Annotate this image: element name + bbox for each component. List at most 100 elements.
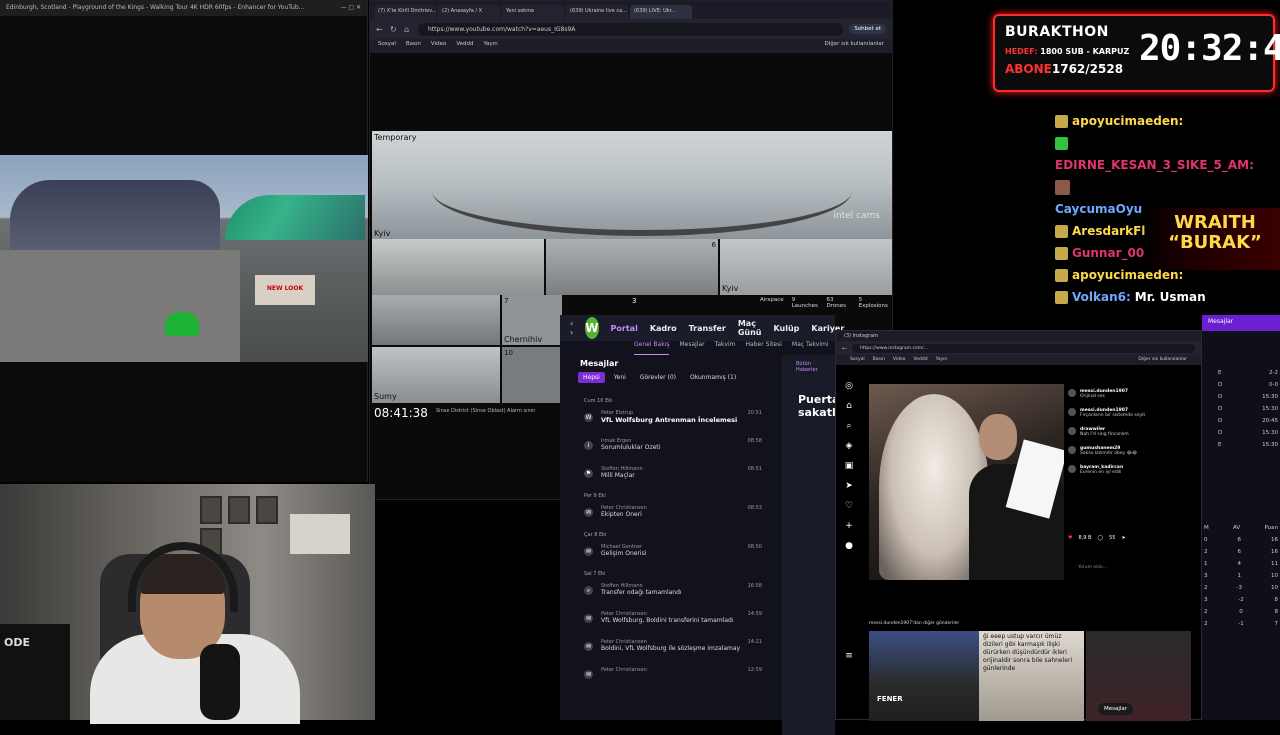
fixture-row[interactable]: D 0-0 <box>1204 382 1278 394</box>
fixture-row[interactable]: D 15:30 <box>1204 394 1278 406</box>
camera-3[interactable]: Kyiv <box>720 239 892 295</box>
bookmark-sosyal[interactable]: Sosyal <box>378 41 396 51</box>
table-row[interactable]: 2 6 16 <box>1204 549 1278 561</box>
comment-input[interactable]: Yorum ekle... <box>1078 565 1107 570</box>
camera-main[interactable]: Temporary intel cams Kyiv <box>372 131 892 239</box>
camera-7[interactable]: 10 <box>502 347 562 403</box>
reel-thumb-1[interactable]: FENER <box>869 631 979 721</box>
chat-user[interactable]: apoyucimaeden: <box>1072 114 1183 128</box>
fixture-row[interactable]: E 2-2 <box>1204 370 1278 382</box>
message-item[interactable]: ⌕ Steffen Hillmann Transfer odağı tamamlan… <box>578 579 768 607</box>
nav-portal[interactable]: Portal <box>611 324 638 333</box>
reels-icon[interactable]: ▣ <box>845 461 854 471</box>
message-item[interactable]: ⚑ Steffen Hillmann Milli Maçlar 08:51 <box>578 462 768 490</box>
chat-user[interactable]: apoyucimaeden: <box>1072 268 1183 282</box>
table-row[interactable]: 0 6 16 <box>1204 537 1278 549</box>
back-icon[interactable]: ‹ › <box>570 319 573 337</box>
street-video[interactable]: NEW LOOK <box>0 155 368 362</box>
avatar[interactable] <box>1068 408 1076 416</box>
bookmark-basin[interactable]: Basın <box>873 357 885 363</box>
bookmark-video[interactable]: Video <box>431 41 446 51</box>
chat-user[interactable]: Gunnar_00 <box>1072 246 1144 260</box>
back-icon[interactable]: ← <box>842 345 847 352</box>
camera-6[interactable]: Sumy <box>372 347 500 403</box>
home-icon[interactable]: ⌂ <box>404 25 412 34</box>
bookmark-basin[interactable]: Basın <box>406 41 421 51</box>
table-row[interactable]: 1 4 11 <box>1204 561 1278 573</box>
wolfsburg-logo-icon[interactable]: W <box>585 317 599 339</box>
table-row[interactable]: 3 -2 8 <box>1204 597 1278 609</box>
filter-okunmamis[interactable]: Okunmamış (1) <box>685 372 741 383</box>
messages-bar[interactable]: Mesajlar <box>1098 703 1134 715</box>
sohbet-button[interactable]: Sohbet et <box>849 24 886 34</box>
message-item[interactable]: ✉ Peter Christiansen 12:59 <box>578 663 768 691</box>
table-row[interactable]: 3 1 10 <box>1204 573 1278 585</box>
home-icon[interactable]: ⌂ <box>846 401 852 411</box>
subnav-mesajlar[interactable]: Mesajlar <box>679 341 704 355</box>
message-item[interactable]: W Peter Elstrup VfL Wolfsburg Antrenman İn… <box>578 406 768 434</box>
share-icon[interactable]: ➤ <box>1121 535 1125 541</box>
reel-thumb-2[interactable]: ği eeep ustup varcır ümüz dizileri gibi … <box>979 631 1084 721</box>
message-item[interactable]: ✉ Peter Christiansen VfL Wolfsburg, Boldin… <box>578 607 768 635</box>
table-row[interactable]: 2 -1 7 <box>1204 621 1278 633</box>
search-icon[interactable]: ⌕ <box>846 421 851 431</box>
tab-4[interactable]: (639) Ukraine live ca... <box>566 5 628 19</box>
reload-icon[interactable]: ↻ <box>390 25 398 34</box>
like-icon[interactable]: ♥ <box>1068 535 1072 541</box>
news-headline[interactable]: Puerta sakatl <box>782 373 839 419</box>
avatar[interactable] <box>1068 446 1076 454</box>
camera-1[interactable] <box>372 239 544 295</box>
message-item[interactable]: ✉ Peter Christiansen Ekipten Öneri 08:53 <box>578 501 768 529</box>
menu-icon[interactable]: ≡ <box>845 651 853 661</box>
window-controls[interactable]: — ▢ ✕ <box>340 4 361 12</box>
tab-1[interactable]: (7) X'te Kirill Dmitriev... <box>374 5 436 19</box>
explore-icon[interactable]: ◈ <box>846 441 853 451</box>
avatar[interactable] <box>1068 427 1076 435</box>
subnav-mac-takvimi[interactable]: Maç Takvimi <box>792 341 829 355</box>
subnav-takvim[interactable]: Takvim <box>715 341 736 355</box>
profile-icon[interactable]: ● <box>845 541 853 551</box>
create-icon[interactable]: + <box>845 521 853 531</box>
message-item[interactable]: ✉ Michael Gentner Gelişim Önerisi 08:50 <box>578 540 768 568</box>
instagram-icon[interactable]: ◎ <box>845 381 853 391</box>
avatar[interactable] <box>1068 465 1076 473</box>
tab-5[interactable]: (639) LIVE: Ukr... <box>630 5 692 19</box>
nav-kadro[interactable]: Kadro <box>650 324 677 333</box>
tab-2[interactable]: (2) Anasayfa / X <box>438 5 500 19</box>
nav-transfer[interactable]: Transfer <box>689 324 726 333</box>
back-icon[interactable]: ← <box>376 25 384 34</box>
subnav-genel-bakis[interactable]: Genel Bakış <box>634 341 670 355</box>
camera-5[interactable]: 7 Chernihiv <box>502 295 562 345</box>
bookmark-video[interactable]: Video <box>893 357 906 363</box>
chat-user[interactable]: Volkan6: <box>1072 290 1131 304</box>
all-news-link[interactable]: Bütün Haberler <box>782 355 835 373</box>
avatar[interactable] <box>1068 389 1076 397</box>
ig-post-video[interactable] <box>869 384 1064 580</box>
fixture-row[interactable]: D 15:30 <box>1204 406 1278 418</box>
bookmark-yayin[interactable]: Yayın <box>484 41 498 51</box>
tab-3[interactable]: Yeni sekme <box>502 5 564 19</box>
bookmark-yayin[interactable]: Yayın <box>936 357 948 363</box>
fixture-row[interactable]: D 15:30 <box>1204 430 1278 442</box>
chat-user[interactable]: EDIRNE_KESAN_3_SIKE_5_AM: <box>1055 158 1254 172</box>
bookmark-other[interactable]: Diğer sık kullanılanlar <box>1138 357 1187 363</box>
message-item[interactable]: i Irmak Ergen Sorumluluklar Özeti 08:58 <box>578 434 768 462</box>
camera-2[interactable]: 6 <box>546 239 718 295</box>
table-row[interactable]: 2 0 8 <box>1204 609 1278 621</box>
nav-mac-gunu[interactable]: Maç Günü <box>738 319 762 337</box>
url-input[interactable]: https://www.youtube.com/watch?v=aeus_IG8… <box>418 22 844 36</box>
fixture-row[interactable]: D 20:45 <box>1204 418 1278 430</box>
table-row[interactable]: 2 -3 10 <box>1204 585 1278 597</box>
bookmark-veddd[interactable]: Veddd <box>914 357 928 363</box>
nav-kulup[interactable]: Kulüp <box>773 324 799 333</box>
send-icon[interactable]: ➤ <box>845 481 853 491</box>
fixture-row[interactable]: E 15:30 <box>1204 442 1278 454</box>
subnav-haber-sitesi[interactable]: Haber Sitesi <box>746 341 782 355</box>
bookmark-veddd[interactable]: Veddd <box>456 41 473 51</box>
filter-gorevler[interactable]: Görevler (0) <box>635 372 681 383</box>
chat-user[interactable]: AresdarkFl <box>1072 224 1145 238</box>
filter-hepsi[interactable]: Hepsi <box>578 372 605 383</box>
bookmark-other[interactable]: Diğer sık kullanılanlar <box>825 41 884 51</box>
filter-yeni[interactable]: Yeni <box>609 372 631 383</box>
far-messages-bar[interactable]: Mesajlar <box>1202 315 1280 331</box>
